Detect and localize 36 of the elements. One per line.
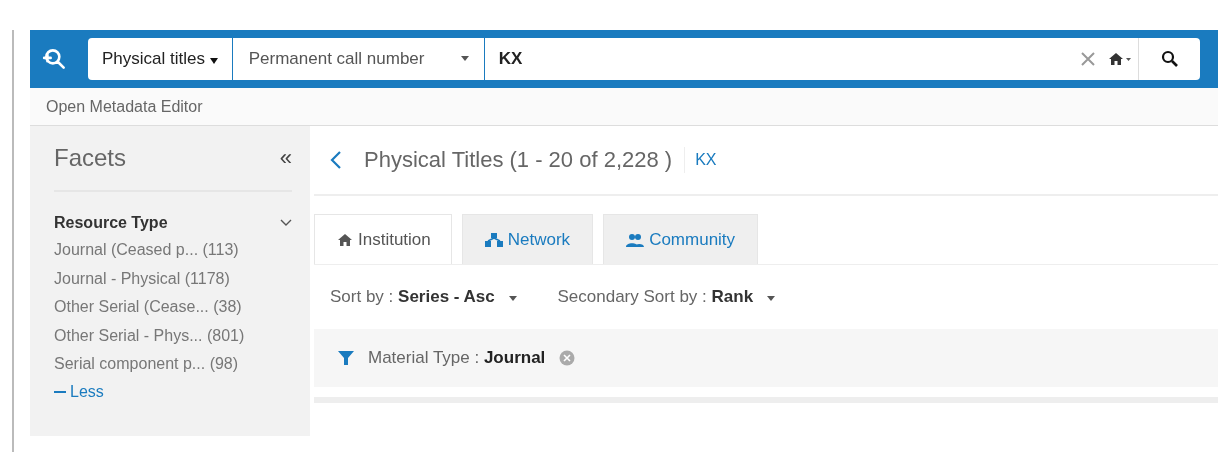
search-button[interactable] [1138,38,1200,80]
people-icon [626,232,645,247]
scope-dropdown[interactable]: Physical titles [88,38,233,80]
facet-item[interactable]: Journal (Ceased p... (113) [54,236,292,265]
add-search-icon[interactable] [42,46,68,72]
search-field[interactable]: KX [484,38,1074,80]
facet-item[interactable]: Journal - Physical (1178) [54,264,292,293]
facet-item[interactable]: Other Serial (Cease... (38) [54,293,292,322]
caret-icon [507,296,518,302]
home-icon[interactable] [1102,38,1138,80]
hierarchy-icon [484,232,503,247]
secondary-sort-dropdown[interactable]: Secondary Sort by : Rank [557,287,776,307]
collapse-button[interactable]: « [279,145,292,171]
sort-dropdown[interactable]: Sort by : Series - Asc [330,287,518,307]
home-icon [337,232,353,247]
back-icon[interactable] [330,150,342,170]
metadata-editor-link[interactable]: Open Metadata Editor [46,97,203,116]
query-tag: KX [695,151,717,169]
caret-icon [459,56,470,62]
facet-item[interactable]: Serial component p... (98) [54,350,292,379]
chevron-icon[interactable] [280,219,292,227]
caret-icon [209,58,218,64]
caret-icon [765,296,776,302]
tab[interactable]: Network [461,214,594,264]
results-title: Physical Titles (1 - 20 of 2,228 ) [364,147,686,173]
search-icon [1160,50,1179,68]
tab[interactable]: Institution [314,214,452,264]
field-dropdown[interactable]: Permanent call number [232,38,485,80]
facets-title: Facets [54,144,127,172]
facet-item[interactable]: Other Serial - Phys... (801) [54,321,292,350]
less-link[interactable]: Less [54,378,292,405]
filter-icon [338,350,354,366]
remove-filter-icon[interactable] [559,350,576,366]
tab[interactable]: Community [603,214,759,264]
facet-group-title: Resource Type [54,214,168,232]
filter-text: Material Type : Journal [368,348,546,368]
